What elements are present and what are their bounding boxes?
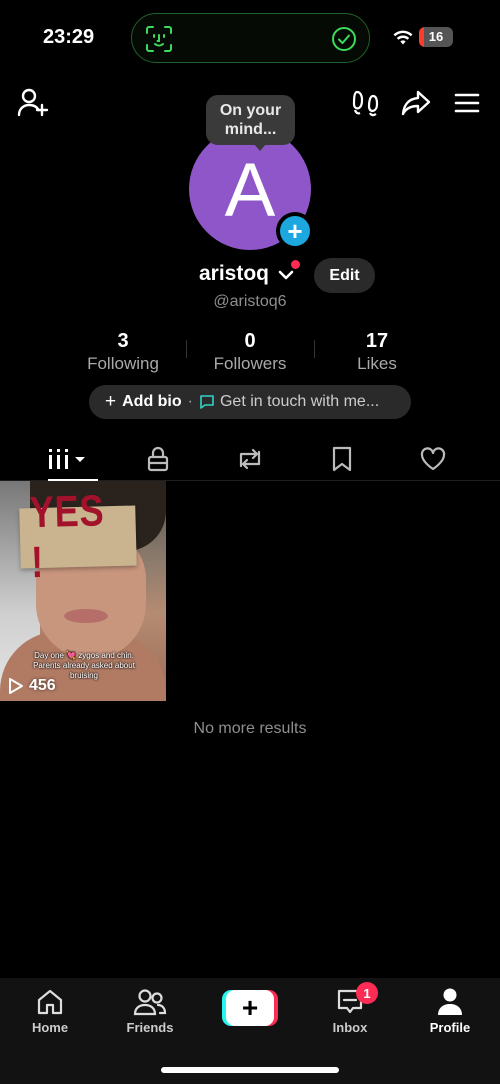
stat-following-label: Following (87, 354, 159, 373)
plus-icon: + (105, 391, 117, 412)
avatar-letter: A (224, 147, 276, 233)
video-thumbnail[interactable]: YES ! Day one 💘 zygos and chin. Parents … (0, 481, 166, 701)
nav-inbox-label: Inbox (332, 1020, 368, 1035)
home-indicator[interactable] (161, 1067, 339, 1073)
stat-divider (314, 340, 315, 358)
lock-icon (147, 446, 169, 472)
stat-likes[interactable]: 17 Likes (322, 330, 432, 374)
no-more-results: No more results (193, 720, 307, 737)
tab-liked[interactable] (403, 438, 463, 480)
profile-tabs (0, 438, 500, 481)
battery-level: 16 (428, 29, 444, 44)
home-icon (37, 989, 63, 1015)
user-handle: @aristoq6 (213, 293, 287, 310)
add-friend-button[interactable] (16, 86, 50, 120)
profile-icon (438, 988, 462, 1015)
heart-icon (420, 447, 446, 471)
nav-friends-label: Friends (126, 1020, 174, 1035)
tab-private[interactable] (128, 438, 188, 480)
share-icon (401, 90, 431, 116)
note-bubble-tail (254, 144, 266, 151)
face-id-icon (146, 26, 172, 52)
repost-icon (239, 448, 261, 470)
check-icon (332, 27, 356, 51)
chat-icon (200, 395, 214, 409)
friends-icon (133, 989, 167, 1016)
share-profile-button[interactable] (399, 86, 433, 120)
bio-separator: · (187, 393, 193, 410)
nav-inbox[interactable]: 1 Inbox (310, 982, 390, 1035)
nav-profile[interactable]: Profile (410, 986, 490, 1035)
nav-friends[interactable]: Friends (110, 986, 190, 1035)
bio-bar[interactable]: + Add bio · Get in touch with me... (89, 385, 411, 419)
stat-followers-value: 0 (244, 330, 256, 352)
stat-following[interactable]: 3 Following (68, 330, 178, 374)
nav-home-label: Home (31, 1020, 69, 1035)
profile-views-button[interactable] (349, 86, 383, 120)
contact-button[interactable]: Get in touch with me... (220, 393, 379, 411)
stat-followers[interactable]: 0 Followers (195, 330, 305, 374)
stat-followers-label: Followers (213, 354, 287, 373)
video-sign: YES ! (19, 486, 137, 587)
video-views: 456 (29, 677, 56, 694)
video-sign-text: YES ! (29, 486, 106, 588)
dynamic-island (131, 13, 370, 63)
note-bubble[interactable]: On your mind... (206, 95, 295, 145)
tab-videos[interactable] (38, 438, 98, 481)
status-bar: 23:29 16 (0, 0, 500, 76)
notification-dot (291, 260, 300, 269)
username[interactable]: aristoq (199, 262, 269, 286)
wifi-icon (393, 30, 413, 45)
stat-likes-label: Likes (357, 354, 397, 373)
edit-profile-button[interactable]: Edit (314, 258, 375, 293)
stat-following-value: 3 (117, 330, 129, 352)
plus-icon: + (280, 216, 310, 246)
bookmark-icon (332, 446, 352, 472)
add-avatar-button[interactable]: + (276, 212, 314, 250)
tab-favorites[interactable] (312, 438, 372, 480)
menu-icon (454, 93, 480, 113)
add-bio-button[interactable]: Add bio (122, 393, 182, 411)
video-figure-lips (64, 609, 108, 623)
footprint-icon (352, 90, 379, 117)
create-button[interactable]: + (222, 990, 278, 1026)
chevron-down-icon[interactable] (278, 268, 294, 282)
grid-icon (49, 449, 85, 469)
add-friend-icon (17, 88, 49, 117)
create-icon: + (226, 990, 274, 1026)
tab-reposts[interactable] (220, 438, 280, 480)
nav-profile-label: Profile (429, 1020, 471, 1035)
stat-likes-value: 17 (365, 330, 389, 352)
stat-divider (186, 340, 187, 358)
play-icon (9, 678, 23, 694)
status-time: 23:29 (43, 26, 95, 48)
nav-home[interactable]: Home (10, 986, 90, 1035)
video-view-count: 456 (8, 677, 56, 695)
menu-button[interactable] (450, 86, 484, 120)
inbox-badge: 1 (356, 982, 378, 1004)
battery-indicator: 16 (419, 27, 453, 47)
